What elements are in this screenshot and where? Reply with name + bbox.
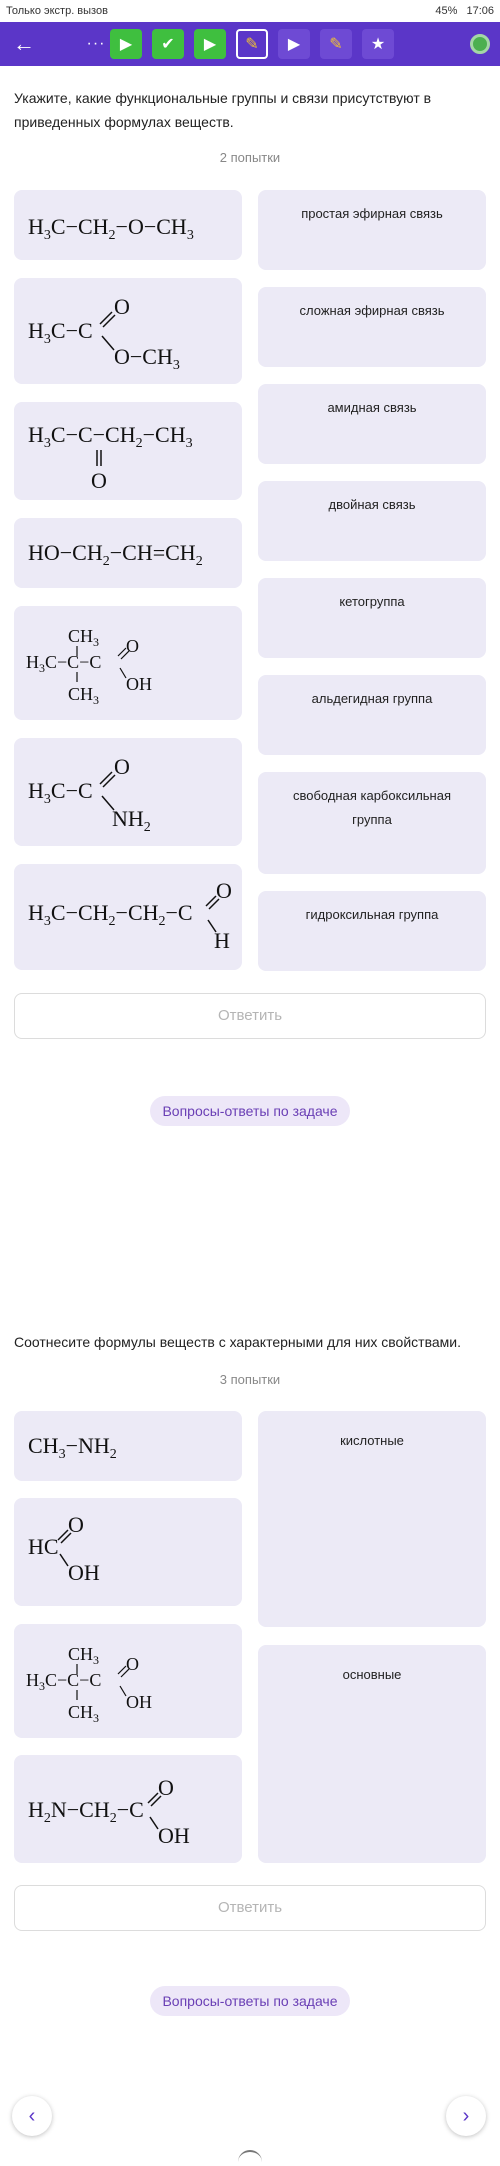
formula-card-7[interactable]: H3C−CH2−CH2−C O H — [14, 864, 242, 970]
svg-text:CH3: CH3 — [68, 1644, 99, 1667]
task2-question: Соотнесите формулы веществ с характерным… — [14, 1334, 461, 1350]
play-icon: ▶ — [203, 36, 217, 53]
answer-option-2[interactable]: сложная эфирная связь — [258, 287, 486, 367]
qa-button-2[interactable]: Вопросы-ответы по задаче — [150, 1986, 350, 2016]
top-toolbar: ← ··· ▶ ✔ ▶ ✎ ▶ ✎ ★ — [0, 22, 500, 66]
formula-acetamide: H3C−C O NH2 — [28, 754, 151, 835]
drop-zone-acidic[interactable]: кислотные — [258, 1411, 486, 1627]
formula-diethyl-ether: H3C−CH2−O−CH3 — [28, 214, 194, 243]
submit-answer-button-2[interactable]: Ответить — [14, 1885, 486, 1931]
pencil-icon: ✎ — [245, 36, 259, 53]
answer-option-6[interactable]: альдегидная группа — [258, 675, 486, 755]
star-icon: ★ — [370, 36, 386, 53]
clock: 17:06 — [466, 5, 494, 17]
status-bar: Только экстр. вызов 45% 17:06 — [0, 0, 500, 22]
formula-card-5[interactable]: CH3 H3C−C−C CH3 O OH — [14, 606, 242, 720]
formula-card-2[interactable]: H3C−C O O−CH3 — [14, 278, 242, 384]
drop-zone-basic[interactable]: основные — [258, 1645, 486, 1863]
svg-text:O: O — [126, 636, 139, 656]
play-green-button[interactable]: ▶ — [110, 29, 142, 59]
formula-card-3[interactable]: H3C−C−CH2−CH3 O — [14, 402, 242, 500]
formula-glycine: H2N−CH2−C O OH — [28, 1775, 190, 1848]
formula2-card-2[interactable]: HC O OH — [14, 1498, 242, 1606]
qa-button[interactable]: Вопросы-ответы по задаче — [150, 1096, 350, 1126]
formula-card-6[interactable]: H3C−C O NH2 — [14, 738, 242, 846]
formula-methyl-acetate: H3C−C O O−CH3 — [28, 294, 180, 373]
answer-option-3[interactable]: амидная связь — [258, 384, 486, 464]
answer-option-5[interactable]: кетогруппа — [258, 578, 486, 658]
formula2-card-3[interactable]: CH3 H3C−C−C CH3 O OH — [14, 1624, 242, 1738]
task2-attempts: 3 попытки — [219, 1372, 281, 1387]
svg-text:O: O — [158, 1775, 174, 1800]
svg-text:OH: OH — [158, 1823, 190, 1848]
svg-text:CH3: CH3 — [68, 626, 99, 649]
svg-text:O: O — [114, 754, 130, 779]
svg-text:H3C−C: H3C−C — [28, 778, 93, 807]
svg-text:H3C−C−C: H3C−C−C — [26, 652, 101, 675]
svg-text:OH: OH — [126, 1692, 152, 1712]
svg-text:H2N−CH2−C: H2N−CH2−C — [28, 1797, 144, 1826]
star-button[interactable]: ★ — [362, 29, 394, 59]
play-icon: ▶ — [119, 36, 133, 53]
pencil-active-button[interactable]: ✎ — [236, 29, 268, 59]
svg-text:HC: HC — [28, 1534, 59, 1559]
svg-text:NH2: NH2 — [112, 806, 151, 835]
svg-text:O: O — [126, 1654, 139, 1674]
svg-text:OH: OH — [126, 674, 152, 694]
svg-text:H3C−C: H3C−C — [28, 318, 93, 347]
svg-text:HO−CH2−CH=CH2: HO−CH2−CH=CH2 — [28, 540, 203, 569]
svg-text:O: O — [68, 1512, 84, 1537]
formula-butanal: H3C−CH2−CH2−C O H — [28, 878, 232, 953]
svg-text:H3C−C−CH2−CH3: H3C−C−CH2−CH3 — [28, 422, 193, 451]
play-icon: ▶ — [287, 36, 301, 53]
arrow-left-icon[interactable]: ← — [10, 30, 38, 58]
pencil-button[interactable]: ✎ — [320, 29, 352, 59]
svg-text:CH3−NH2: CH3−NH2 — [28, 1433, 117, 1462]
formula-allyl-alcohol: HO−CH2−CH=CH2 — [28, 540, 203, 569]
chevron-right-icon[interactable]: › — [446, 2096, 486, 2136]
svg-text:H3C−C−C: H3C−C−C — [26, 1670, 101, 1693]
status-left-text: Только экстр. вызов — [6, 5, 108, 17]
more-dots-icon[interactable]: ··· — [84, 30, 108, 58]
chevron-left-icon[interactable]: ‹ — [12, 2096, 52, 2136]
task1-attempts: 2 попытки — [219, 150, 281, 165]
svg-text:H3C−CH2−CH2−C: H3C−CH2−CH2−C — [28, 900, 193, 929]
svg-text:O: O — [216, 878, 232, 903]
svg-text:OH: OH — [68, 1560, 100, 1585]
formula-pivalic-acid-2: CH3 H3C−C−C CH3 O OH — [26, 1644, 152, 1725]
status-right: 45% 17:06 — [435, 5, 494, 17]
answer-option-4[interactable]: двойная связь — [258, 481, 486, 561]
task1-question: Укажите, какие функциональные группы и с… — [14, 90, 432, 130]
formula2-card-4[interactable]: H2N−CH2−C O OH — [14, 1755, 242, 1863]
svg-text:O−CH3: O−CH3 — [114, 344, 180, 373]
play-green-button-2[interactable]: ▶ — [194, 29, 226, 59]
formula-pivalic-acid: CH3 H3C−C−C CH3 O OH — [26, 626, 152, 707]
answer-option-8[interactable]: гидроксильная группа — [258, 891, 486, 971]
formula-methylamine: CH3−NH2 — [28, 1433, 117, 1462]
play-button[interactable]: ▶ — [278, 29, 310, 59]
formula-formic-acid: HC O OH — [28, 1512, 100, 1585]
svg-text:CH3: CH3 — [68, 684, 99, 707]
answer-option-1[interactable]: простая эфирная связь — [258, 190, 486, 270]
formula2-card-1[interactable]: CH3−NH2 — [14, 1411, 242, 1481]
svg-text:O: O — [114, 294, 130, 319]
check-green-button[interactable]: ✔ — [152, 29, 184, 59]
formula-card-4[interactable]: HO−CH2−CH=CH2 — [14, 518, 242, 588]
battery-level: 45% — [435, 5, 458, 17]
formula-card-1[interactable]: H3C−CH2−O−CH3 — [14, 190, 242, 260]
submit-answer-button[interactable]: Ответить — [14, 993, 486, 1039]
svg-text:CH3: CH3 — [68, 1702, 99, 1725]
svg-text:H: H — [214, 928, 230, 953]
answer-option-7[interactable]: свободная карбоксильная группа — [258, 772, 486, 874]
check-icon: ✔ — [161, 36, 175, 53]
pencil-icon: ✎ — [329, 36, 343, 53]
formula-butanone: H3C−C−CH2−CH3 O — [28, 422, 193, 493]
svg-text:O: O — [91, 468, 107, 493]
progress-indicator-icon[interactable] — [470, 34, 490, 54]
svg-text:H3C−CH2−O−CH3: H3C−CH2−O−CH3 — [28, 214, 194, 243]
